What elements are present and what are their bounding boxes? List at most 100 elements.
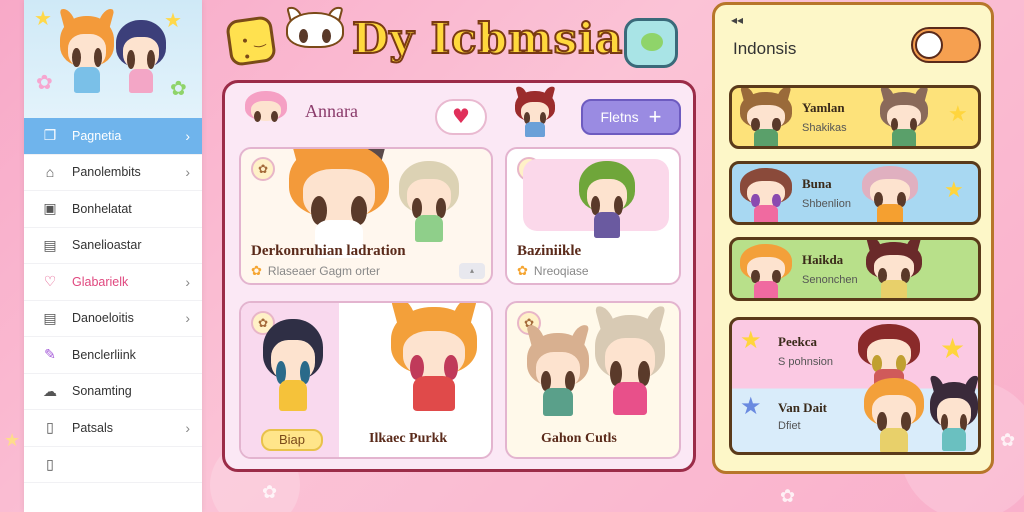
section-label: Annara <box>305 101 358 121</box>
list-icon: ▤ <box>43 309 57 326</box>
flower-icon: ✿ <box>1000 430 1016 451</box>
character-subtitle: Shakikas <box>802 122 847 134</box>
character-avatar <box>263 319 323 415</box>
sidebar-item-label: Panolembits <box>72 165 141 180</box>
sidebar-item-doc[interactable]: ▯ <box>24 447 202 483</box>
cloud-icon: ☁ <box>43 382 57 399</box>
sidebar-item-label: Glabarielk <box>72 274 129 289</box>
sidebar-item-sanelioastar[interactable]: ▤ Sanelioastar <box>24 228 202 264</box>
star-icon: ★ <box>4 430 21 451</box>
jar-icon <box>624 18 678 68</box>
character-name: Buna <box>802 176 832 191</box>
clover-icon: ✿ <box>170 76 187 100</box>
sidebar-item-label: Benclerliink <box>72 347 136 362</box>
character-name: Van Dait <box>778 400 828 415</box>
flower-icon: ✿ <box>36 70 53 94</box>
chevron-right-icon: › <box>185 164 190 181</box>
card-subtitle-text: Nreoqiase <box>533 264 589 278</box>
sidebar-item-label: Patsals <box>72 420 113 435</box>
panel-title: Indonsis <box>733 39 797 58</box>
heart-icon: ♥ <box>452 104 470 128</box>
featured-character-card[interactable]: ★ Peekca S pohnsion ★ ★ Van Dait Dfiet <box>729 317 981 455</box>
main-header: Annara ♥ Fletns + <box>225 83 693 147</box>
sidebar-item-label: Sonamting <box>72 384 132 399</box>
smiley-block-icon: • ‿ • <box>225 15 277 67</box>
character-avatar <box>740 244 792 298</box>
chat-icon: ❐ <box>43 127 57 144</box>
pencil-icon: ✎ <box>44 346 56 363</box>
character-avatar <box>929 373 978 452</box>
sidebar-item-danoeloitis[interactable]: ▤ Danoeloitis › <box>24 301 202 337</box>
sidebar-item-patsals[interactable]: ▯ Patsals › <box>24 410 202 447</box>
card-subtitle-text: Rlaseaer Gagm orter <box>267 264 380 278</box>
character-avatar <box>116 20 166 96</box>
cat-mascot-icon <box>286 4 344 70</box>
character-subtitle: S pohnsion <box>778 356 834 368</box>
toggle-switch[interactable] <box>911 27 981 63</box>
character-avatar <box>864 378 924 452</box>
character-name: Haikda <box>802 252 844 267</box>
card-subtitle: ✿ Nreoqiase <box>517 263 589 279</box>
character-avatar <box>866 240 922 298</box>
character-avatar <box>399 161 459 245</box>
character-avatar <box>880 88 928 146</box>
document-icon: ▤ <box>43 236 57 253</box>
home-icon: ⌂ <box>45 164 55 181</box>
chevron-right-icon: › <box>185 273 190 290</box>
sidebar-item-glabarielk[interactable]: ♡ Glabarielk › <box>24 264 202 301</box>
sidebar-item-sonamting[interactable]: ☁ Sonamting <box>24 374 202 410</box>
card-title: Derkonruhian ladration <box>251 243 406 259</box>
content-card[interactable]: ✿ Baziniikle ✿ Nreoqiase <box>505 147 681 285</box>
sidebar-banner: ★ ★ ✿ ✿ <box>24 0 202 118</box>
sidebar-item-benclerliink[interactable]: ✎ Benclerliink <box>24 337 202 374</box>
character-avatar <box>594 303 666 419</box>
character-name: Peekca <box>778 334 817 349</box>
sidebar-item-bonhelatat[interactable]: ▣ Bonhelatat <box>24 191 202 228</box>
chevron-right-icon: › <box>185 127 190 144</box>
card-title: Gahon Cutls <box>541 431 617 446</box>
card-toggle[interactable]: ▴ <box>459 263 485 279</box>
sidebar-item-label: Sanelioastar <box>72 238 142 253</box>
paw-icon: ✿ <box>517 263 528 278</box>
sidebar-item-label: Bonhelatat <box>72 201 132 216</box>
character-card[interactable]: Yamlan Shakikas ★ <box>729 85 981 149</box>
content-card[interactable]: ✿ Gahon Cutls <box>505 301 681 459</box>
card-subtitle: ✿ Rlaseaer Gagm orter <box>251 263 380 279</box>
plus-icon: + <box>648 104 662 129</box>
sidebar-item-label: Pagnetia <box>72 128 122 143</box>
app-title: Dy Icbmsia <box>351 13 624 64</box>
sidebar-item-panolembits[interactable]: ⌂ Panolembits › <box>24 155 202 191</box>
star-icon: ★ <box>34 6 52 30</box>
character-card[interactable]: Haikda Senonchen <box>729 237 981 301</box>
right-panel: ◂◂ Indonsis Yamlan Shakikas ★ Buna Shben… <box>712 2 994 474</box>
star-icon: ★ <box>948 102 968 127</box>
character-avatar <box>515 85 555 139</box>
star-icon: ★ <box>940 332 966 365</box>
content-card[interactable]: ✿ Derkonruhian ladration ✿ Rlaseaer Gagm… <box>239 147 493 285</box>
badge-icon: ✿ <box>251 157 275 181</box>
character-avatar <box>245 91 287 137</box>
card-action-button[interactable]: Biap <box>261 429 323 451</box>
sidebar: ★ ★ ✿ ✿ ❐ Pagnetia › ⌂ Panolembits › ▣ B… <box>24 0 202 512</box>
star-icon: ★ <box>164 8 182 32</box>
sidebar-item-label: Danoeloitis <box>72 311 134 326</box>
character-card[interactable]: Buna Shbenlion ★ <box>729 161 981 225</box>
star-icon: ★ <box>740 326 762 354</box>
sidebar-item-pagnetia[interactable]: ❐ Pagnetia › <box>24 118 202 155</box>
doc-icon: ▯ <box>46 455 54 472</box>
chevron-right-icon: › <box>185 419 190 436</box>
character-subtitle: Senonchen <box>802 274 858 286</box>
add-button[interactable]: Fletns + <box>581 99 681 135</box>
back-icon[interactable]: ◂◂ <box>731 13 743 27</box>
character-avatar <box>579 161 635 241</box>
window-icon: ▣ <box>43 200 57 217</box>
content-card[interactable]: ✿ Biap Ilkaec Purkk <box>239 301 493 459</box>
character-avatar <box>740 168 792 222</box>
star-icon: ★ <box>740 392 762 420</box>
character-name: Yamlan <box>802 100 845 115</box>
add-button-label: Fletns <box>600 109 639 125</box>
favorite-button[interactable]: ♥ <box>435 99 487 135</box>
heart-icon: ♡ <box>43 273 57 290</box>
character-avatar <box>526 323 590 419</box>
flower-icon: ✿ <box>262 482 278 503</box>
